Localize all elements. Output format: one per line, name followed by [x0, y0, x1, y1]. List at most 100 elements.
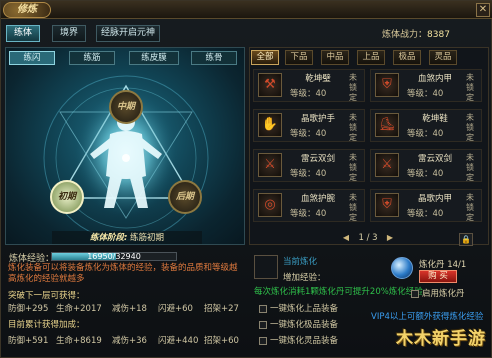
equipment-item[interactable]: ⚒ 乾坤璧 等级：40 未锁定 [253, 69, 365, 102]
equipment-item-level: 等级：40 [407, 129, 444, 139]
equipment-item-status: 未锁定 [466, 193, 474, 222]
node-late[interactable]: 后期 [168, 180, 202, 214]
option-refine-spirit[interactable]: 一键炼化灵品装备 [259, 334, 338, 346]
tab-jingmai[interactable]: 经脉开启元神 [96, 25, 160, 42]
lock-icon[interactable]: 🔒 [459, 233, 473, 246]
filter-high[interactable]: 上品 [357, 50, 385, 65]
equipment-item-icon: ⛨ [375, 193, 399, 217]
equipment-item-icon: ⛸ [375, 113, 399, 137]
filter-mid[interactable]: 中品 [321, 50, 349, 65]
equipment-item-status: 未锁定 [349, 153, 357, 182]
page-indicator: 1 / 3 [358, 233, 378, 243]
equipment-item-level: 等级：40 [290, 209, 327, 219]
equipment-item[interactable]: ⚔ 雷云双剑 等级：40 未锁定 [253, 149, 365, 182]
close-button[interactable]: ✕ [476, 3, 490, 17]
equipment-item[interactable]: ⚔ 雷云双剑 等级：40 未锁定 [370, 149, 482, 182]
stat-parry: 招架+27 [204, 304, 239, 314]
equipment-item-status: 未锁定 [466, 73, 474, 102]
equipment-item-status: 未锁定 [466, 113, 474, 142]
total-gain-title: 目前累计获得加成： [8, 320, 85, 330]
equipment-item-icon: ⛨ [375, 73, 399, 97]
stat-damage-reduction: 减伤+18 [112, 304, 147, 314]
filter-all[interactable]: 全部 [251, 50, 279, 65]
pager: ◀ 1 / 3 ▶ [331, 233, 405, 245]
stat-defense: 防御+591 [8, 336, 49, 346]
stat-defense: 防御+295 [8, 304, 49, 314]
option-refine-superior[interactable]: 一键炼化极品装备 [259, 318, 338, 330]
equipment-item-icon: ⚔ [258, 153, 282, 177]
equipment-item-icon: ⚔ [375, 153, 399, 177]
prev-page-button[interactable]: ◀ [341, 233, 351, 243]
equipment-item[interactable]: ✋ 晶歌护手 等级：40 未锁定 [253, 109, 365, 142]
increase-exp-label: 增加经验： [283, 273, 326, 283]
checkbox-box[interactable] [259, 320, 267, 329]
equipment-item-name: 雷云双剑 [417, 154, 452, 164]
equipment-item-name: 晶歌护手 [300, 114, 335, 124]
equipment-item-name: 乾坤鞋 [422, 114, 448, 124]
exp-row: 炼体经验： 16950/32940 [5, 251, 245, 264]
refine-pill-icon [391, 257, 413, 279]
subtab-lianpimo[interactable]: 练皮膜 [129, 51, 179, 65]
equipment-item-level: 等级：40 [290, 89, 327, 99]
equipment-item-level: 等级：40 [290, 129, 327, 139]
refine-description: 炼化装备可以将装备炼化为炼体的经验，装备的品质和等级越高炼化的经验就越多 [8, 263, 238, 284]
subtab-lianshan[interactable]: 练闪 [9, 51, 55, 65]
next-gain-stats: 防御+295 生命+2017 减伤+18 闪避+60 招架+27 [8, 302, 244, 314]
filter-low[interactable]: 下品 [285, 50, 313, 65]
window-title: 修炼 [3, 2, 51, 18]
power-label: 炼体战力： [382, 30, 428, 40]
equipment-item-status: 未锁定 [349, 113, 357, 142]
tab-lianti[interactable]: 练体 [6, 25, 40, 42]
equipment-item[interactable]: ⛨ 晶歌内甲 等级：40 未锁定 [370, 189, 482, 222]
option-refine-high[interactable]: 一键炼化上品装备 [259, 302, 338, 314]
tab-jingjie[interactable]: 境界 [52, 25, 86, 42]
power-readout: 炼体战力：8387 [382, 27, 450, 40]
stage-caption: 练体阶段: 练筋初期 [52, 231, 202, 244]
equipment-item[interactable]: ⛸ 乾坤鞋 等级：40 未锁定 [370, 109, 482, 142]
use-pill-checkbox[interactable]: 启用炼化丹 [411, 287, 465, 299]
site-watermark: 木木新手游 [396, 329, 486, 349]
exp-bar-text: 16950/32940 [87, 252, 141, 261]
equipment-item-name: 血煞护腕 [300, 194, 335, 204]
buy-button[interactable]: 购 买 [419, 270, 457, 283]
equipment-item-icon: ◎ [258, 193, 282, 217]
equipment-item-level: 等级：40 [290, 169, 327, 179]
stage-art [43, 75, 209, 241]
stage-caption-label: 练体阶段: [89, 233, 128, 243]
vip-note: VIP4以上可额外获得炼化经验 [371, 312, 484, 322]
refine-note: 每次炼化消耗1颗炼化丹可提升20%炼化经验 [254, 287, 423, 297]
subtab-liangu[interactable]: 练骨 [191, 51, 237, 65]
cultivation-stage: 初期 中期 后期 练体阶段: 练筋初期 [5, 47, 245, 245]
exp-bar: 16950/32940 [51, 252, 177, 261]
filter-spirit[interactable]: 灵品 [429, 50, 457, 65]
equipment-item-icon: ⚒ [258, 73, 282, 97]
stat-hp: 生命+8619 [56, 336, 102, 346]
stat-dodge: 闪避+440 [158, 336, 199, 346]
refine-slot[interactable] [254, 255, 278, 279]
equipment-item-name: 晶歌内甲 [417, 194, 452, 204]
checkbox-box[interactable] [259, 336, 267, 345]
equipment-item-name: 雷云双剑 [300, 154, 335, 164]
subtab-lianjin[interactable]: 练筋 [69, 51, 115, 65]
checkbox-box[interactable] [259, 304, 267, 313]
equipment-item-icon: ✋ [258, 113, 282, 137]
stage-caption-value: 练筋初期 [130, 233, 165, 243]
equipment-item[interactable]: ◎ 血煞护腕 等级：40 未锁定 [253, 189, 365, 222]
equipment-item-level: 等级：40 [407, 209, 444, 219]
equipment-item-level: 等级：40 [407, 89, 444, 99]
checkbox-box[interactable] [411, 289, 419, 298]
current-refine-label: 当前炼化 [283, 257, 318, 267]
node-middle[interactable]: 中期 [109, 90, 143, 124]
node-early[interactable]: 初期 [50, 180, 84, 214]
stat-parry: 招架+60 [204, 336, 239, 346]
next-page-button[interactable]: ▶ [385, 233, 395, 243]
title-bar: 修炼 ✕ [1, 1, 492, 19]
equipment-item-name: 乾坤璧 [305, 74, 331, 84]
stat-hp: 生命+2017 [56, 304, 102, 314]
stat-dodge: 闪避+60 [158, 304, 193, 314]
equipment-item-level: 等级：40 [407, 169, 444, 179]
equipment-item[interactable]: ⛨ 血煞内甲 等级：40 未锁定 [370, 69, 482, 102]
total-gain-stats: 防御+591 生命+8619 减伤+36 闪避+440 招架+60 [8, 334, 244, 346]
equipment-item-status: 未锁定 [349, 193, 357, 222]
filter-superior[interactable]: 极品 [393, 50, 421, 65]
